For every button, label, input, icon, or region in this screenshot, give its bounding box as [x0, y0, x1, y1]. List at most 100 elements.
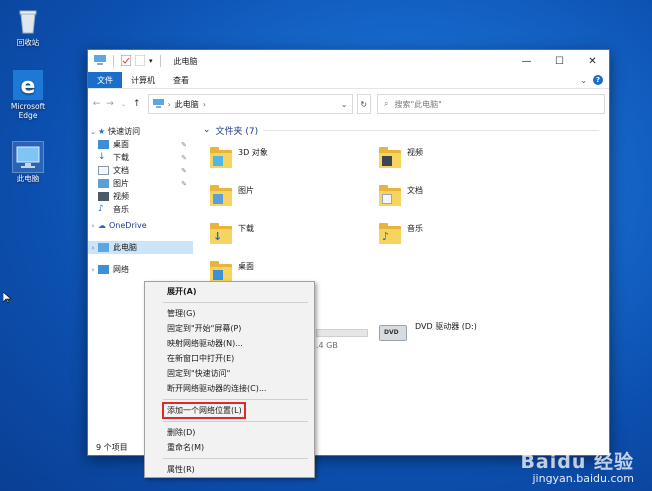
- nav-item-pictures[interactable]: 图片 ✎: [88, 177, 193, 190]
- menu-item-manage[interactable]: 管理(G): [145, 306, 314, 321]
- mouse-cursor-icon: [2, 291, 12, 306]
- menu-item-disconnect-network-drive[interactable]: 断开网络驱动器的连接(C)...: [145, 381, 314, 396]
- desktop-icon-label: Microsoft Edge: [10, 102, 46, 120]
- menu-item-open-new-window[interactable]: 在新窗口中打开(E): [145, 351, 314, 366]
- folder-pictures[interactable]: 图片: [210, 185, 254, 207]
- picture-icon: [98, 179, 109, 188]
- computer-icon: [94, 55, 106, 67]
- folder-icon: ♪: [379, 223, 401, 245]
- address-dropdown-icon[interactable]: ⌄: [341, 100, 348, 109]
- chevron-down-icon: ⌄: [203, 125, 211, 135]
- tab-computer[interactable]: 计算机: [122, 72, 164, 88]
- nav-item-documents[interactable]: 文档 ✎: [88, 164, 193, 177]
- desktop-icon-edge[interactable]: e Microsoft Edge: [2, 70, 54, 120]
- menu-item-rename[interactable]: 重命名(M): [145, 440, 314, 455]
- forward-button[interactable]: →: [105, 99, 114, 109]
- menu-item-expand[interactable]: 展开(A): [145, 284, 314, 299]
- nav-item-videos[interactable]: 视频: [88, 190, 193, 203]
- tab-view[interactable]: 查看: [164, 72, 198, 88]
- network-icon: [98, 265, 109, 274]
- computer-icon: [98, 243, 109, 252]
- tab-file[interactable]: 文件: [88, 72, 122, 88]
- nav-onedrive[interactable]: › ☁ OneDrive: [88, 219, 193, 232]
- maximize-button[interactable]: ☐: [543, 50, 576, 72]
- breadcrumb-separator[interactable]: ›: [168, 100, 171, 109]
- watermark-brand: Baidu 经验: [520, 451, 634, 473]
- back-button[interactable]: ←: [92, 99, 101, 109]
- desktop-icon-label: 回收站: [16, 38, 40, 47]
- dvd-drive-icon: DVD: [379, 321, 409, 343]
- menu-item-pin-to-start[interactable]: 固定到"开始"屏幕(P): [145, 321, 314, 336]
- recent-locations-button[interactable]: ⌄: [119, 101, 128, 108]
- menu-item-delete[interactable]: 删除(D): [145, 425, 314, 440]
- desktop-icon-this-pc[interactable]: 此电脑: [2, 141, 54, 183]
- edge-icon: e: [13, 70, 43, 100]
- star-icon: ★: [98, 127, 106, 136]
- nav-this-pc[interactable]: › 此电脑: [88, 241, 193, 254]
- computer-icon: [12, 141, 44, 173]
- folder-icon: [379, 185, 401, 207]
- folder-icon: [210, 261, 232, 283]
- up-button[interactable]: ↑: [132, 99, 141, 109]
- video-icon: [98, 192, 109, 201]
- help-icon[interactable]: ?: [593, 75, 603, 85]
- close-button[interactable]: ✕: [576, 50, 609, 72]
- drive-c-capacity-bar[interactable]: [316, 329, 368, 337]
- highlight-box: [162, 402, 246, 419]
- desktop-icon: [98, 140, 109, 149]
- nav-item-downloads[interactable]: ↓ 下载 ✎: [88, 151, 193, 164]
- watermark: Baidu 经验 jingyan.baidu.com: [520, 447, 634, 485]
- pin-icon: ✎: [181, 140, 187, 149]
- music-icon: ♪: [98, 204, 104, 214]
- svg-text:e: e: [21, 74, 36, 99]
- menu-item-pin-quick-access[interactable]: 固定到"快速访问": [145, 366, 314, 381]
- search-input[interactable]: 搜索"此电脑": [394, 99, 441, 110]
- menu-item-properties[interactable]: 属性(R): [145, 462, 314, 477]
- properties-icon[interactable]: [120, 54, 132, 68]
- folder-downloads[interactable]: ↓ 下载: [210, 223, 254, 245]
- watermark-url: jingyan.baidu.com: [532, 472, 634, 485]
- group-header-folders[interactable]: ⌄ 文件夹 (7): [199, 122, 609, 138]
- breadcrumb[interactable]: 此电脑: [175, 99, 199, 110]
- folder-icon: ↓: [210, 223, 232, 245]
- expand-ribbon-icon[interactable]: ⌄: [580, 76, 587, 85]
- folder-icon: [379, 147, 401, 169]
- new-folder-icon[interactable]: [134, 54, 146, 68]
- download-icon: ↓: [98, 152, 106, 162]
- pin-icon: ✎: [181, 166, 187, 175]
- folder-3d-objects[interactable]: 3D 对象: [210, 147, 268, 169]
- folder-icon: [210, 185, 232, 207]
- refresh-button[interactable]: ↻: [356, 94, 371, 114]
- title-bar: ▾ 此电脑 — ☐ ✕: [88, 50, 609, 72]
- address-bar[interactable]: › 此电脑 › ⌄: [147, 94, 353, 114]
- folder-desktop[interactable]: 桌面: [210, 261, 254, 283]
- pin-icon: ✎: [181, 153, 187, 162]
- nav-quick-access[interactable]: ⌄ ★ 快速访问: [88, 125, 193, 138]
- menu-item-map-network-drive[interactable]: 映射网络驱动器(N)...: [145, 336, 314, 351]
- desktop-icon-recycle-bin[interactable]: 回收站: [2, 6, 54, 47]
- chevron-down-icon[interactable]: ▾: [149, 57, 153, 65]
- desktop-icon-label: 此电脑: [16, 174, 40, 183]
- drive-c-size: .4 GB: [316, 341, 338, 350]
- folder-icon: [210, 147, 232, 169]
- minimize-button[interactable]: —: [510, 50, 543, 72]
- dvd-drive[interactable]: DVD DVD 驱动器 (D:): [379, 321, 477, 343]
- address-row: ← → ⌄ ↑ › 此电脑 › ⌄ ↻ ⌕ 搜索"此电脑": [88, 89, 609, 119]
- status-item-count: 9 个项目: [96, 442, 128, 452]
- nav-network[interactable]: › 网络: [88, 263, 193, 276]
- computer-icon: [152, 98, 164, 110]
- ribbon-tabs: 文件 计算机 查看 ⌄ ?: [88, 72, 609, 89]
- window-title: 此电脑: [173, 56, 198, 66]
- folder-documents[interactable]: 文档: [379, 185, 423, 207]
- recycle-bin-icon: [13, 6, 43, 36]
- context-menu: 展开(A) 管理(G) 固定到"开始"屏幕(P) 映射网络驱动器(N)... 在…: [144, 281, 315, 478]
- folder-videos[interactable]: 视频: [379, 147, 423, 169]
- nav-item-desktop[interactable]: 桌面 ✎: [88, 138, 193, 151]
- search-box[interactable]: ⌕ 搜索"此电脑": [377, 94, 605, 114]
- document-icon: [98, 166, 109, 175]
- breadcrumb-separator[interactable]: ›: [203, 100, 206, 109]
- folder-music[interactable]: ♪ 音乐: [379, 223, 423, 245]
- pin-icon: ✎: [181, 179, 187, 188]
- search-icon: ⌕: [384, 99, 389, 108]
- nav-item-music[interactable]: ♪ 音乐: [88, 203, 193, 216]
